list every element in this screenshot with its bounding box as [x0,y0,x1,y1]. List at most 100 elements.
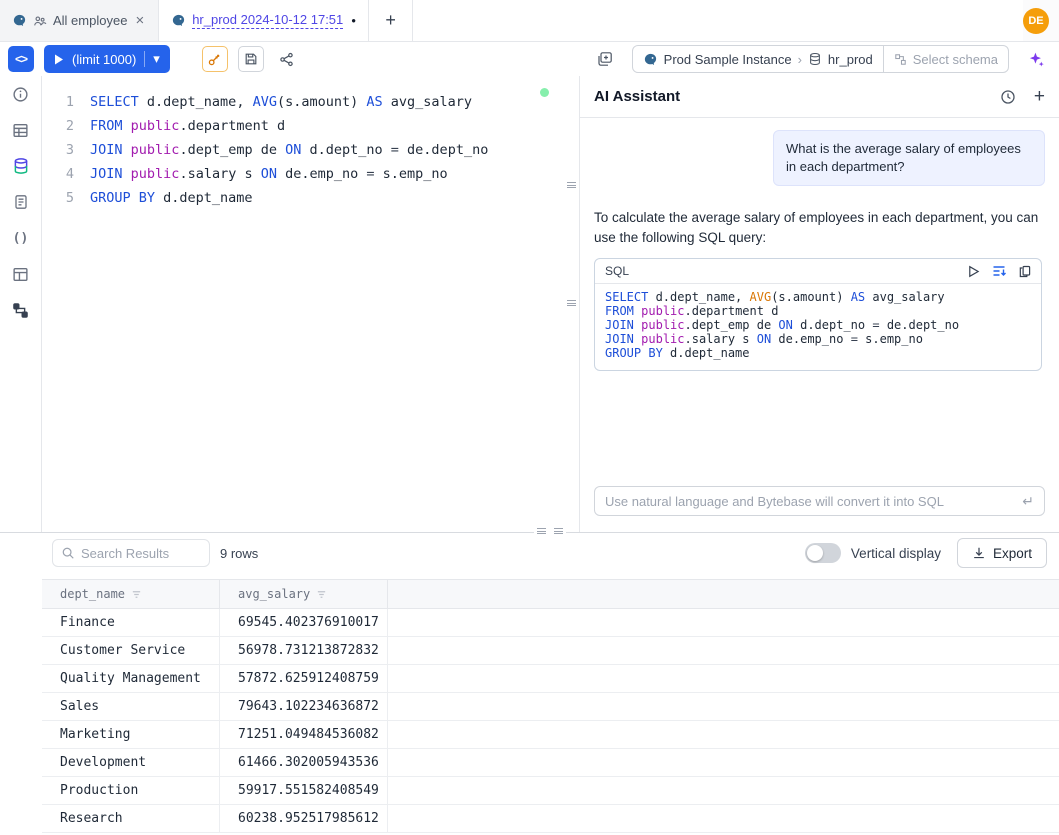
cell-avg-salary: 71251.049484536082 [220,721,388,748]
table-row[interactable]: Production59917.551582408549 [42,777,1059,805]
code-token: JOIN [605,332,634,346]
code-token: .salary s [685,332,757,346]
batch-query-button[interactable] [592,46,618,72]
brackets-icon: () [13,231,29,246]
cell-dept-name: Customer Service [42,637,220,664]
ai-sparkle-icon [1028,51,1045,68]
editor-line: 2FROM public.department d [42,114,565,138]
table-row[interactable]: Customer Service56978.731213872832 [42,637,1059,665]
line-number: 5 [42,186,90,210]
export-button[interactable]: Export [957,538,1047,568]
save-sheet-button[interactable] [238,46,264,72]
sort-icon[interactable] [316,589,327,600]
code-text: SELECT d.dept_name, AVG(s.amount) AS avg… [90,90,472,114]
editor-line: 3JOIN public.dept_emp de ON d.dept_no = … [42,138,565,162]
people-icon [33,14,47,28]
postgres-icon [171,13,186,28]
table-row[interactable]: Quality Management57872.625912408759 [42,665,1059,693]
results-table: dept_name avg_salary Finance69545.402376… [42,579,1059,833]
new-tab-button[interactable]: + [369,0,413,41]
table-row[interactable]: Sales79643.102234636872 [42,693,1059,721]
ai-sql-line: FROM public.department d [605,304,1031,318]
rail-item-sheets[interactable] [0,256,42,292]
new-conversation-button[interactable]: + [1034,87,1045,106]
insert-sql-button[interactable] [992,264,1006,278]
row-count-label: 9 rows [220,546,258,561]
code-token: .dept_emp de [179,142,285,158]
code-token: AVG [750,290,772,304]
rail-item-databases[interactable] [0,148,42,184]
enter-return-icon: ↵ [1022,493,1034,510]
search-results-input[interactable] [81,546,191,561]
editor-line: 1SELECT d.dept_name, AVG(s.amount) AS av… [42,90,565,114]
code-token: de.dept_no [880,318,959,332]
ai-prompt-input[interactable] [605,494,1014,509]
code-token [123,142,131,158]
vertical-display-toggle[interactable] [805,543,841,563]
chevron-down-icon[interactable]: ▾ [153,51,160,67]
column-header-dept-name[interactable]: dept_name [42,580,220,608]
table-row[interactable]: Finance69545.402376910017 [42,609,1059,637]
vertical-display-label: Vertical display [851,546,941,561]
code-token: .department d [179,118,285,134]
ai-header-actions: + [1000,87,1045,106]
code-token: JOIN [90,142,123,158]
table-row[interactable]: Research60238.952517985612 [42,805,1059,833]
rail-item-changelists[interactable] [0,184,42,220]
splitter-grip [567,182,576,188]
ai-sql-block: SQL [594,258,1042,371]
code-token: de.emp_no [771,332,850,346]
sql-editor[interactable]: 1SELECT d.dept_name, AVG(s.amount) AS av… [42,76,565,532]
table-row[interactable]: Development61466.302005943536 [42,749,1059,777]
cell-dept-name: Sales [42,693,220,720]
connection-selector[interactable]: Prod Sample Instance › hr_prod [633,52,883,67]
schema-selector[interactable]: Select schema [883,46,1008,72]
rail-item-functions[interactable]: () [0,220,42,256]
rail-item-tables[interactable] [0,112,42,148]
rail-item-info[interactable] [0,76,42,112]
database-name: hr_prod [828,52,873,67]
code-text: JOIN public.salary s ON de.emp_no = s.em… [90,162,448,186]
postgres-icon [643,52,658,67]
tabbar-spacer [413,0,1023,41]
tab-hr-prod[interactable]: hr_prod 2024-10-12 17:51 ● [159,0,369,41]
horizontal-splitter[interactable] [534,528,566,534]
ai-toggle-button[interactable] [1023,46,1049,72]
code-token: GROUP BY [90,190,155,206]
table-icon [12,122,29,139]
tab-all-employee[interactable]: All employee × [0,0,159,41]
ai-assistant-panel: AI Assistant + What is the average salar… [579,76,1059,532]
run-sql-button[interactable] [967,265,980,278]
avatar[interactable]: DE [1023,8,1049,34]
admin-mode-button[interactable] [202,46,228,72]
sidebar-toggle-button[interactable]: <> [8,46,34,72]
line-number: 2 [42,114,90,138]
search-results-box[interactable] [52,539,210,567]
share-sheet-button[interactable] [274,46,300,72]
code-token: = [851,332,858,346]
grid-icon [12,266,29,283]
line-number: 3 [42,138,90,162]
rail-item-connections[interactable] [0,292,42,328]
ai-sql-code: SELECT d.dept_name, AVG(s.amount) AS avg… [595,283,1041,370]
code-token: s.emp_no [375,166,448,182]
cell-avg-salary: 57872.625912408759 [220,665,388,692]
cell-dept-name: Finance [42,609,220,636]
play-outline-icon [967,265,980,278]
run-query-button[interactable]: (limit 1000) ▾ [44,45,170,73]
column-header-avg-salary[interactable]: avg_salary [220,580,388,608]
history-button[interactable] [1000,89,1016,105]
copy-sql-button[interactable] [1018,265,1031,278]
wrench-icon [207,52,222,67]
table-row[interactable]: Marketing71251.049484536082 [42,721,1059,749]
vertical-splitter[interactable] [565,76,579,532]
close-tab-icon[interactable]: × [133,12,146,29]
ai-input-box[interactable]: ↵ [594,486,1045,516]
cell-dept-name: Marketing [42,721,220,748]
plus-icon: + [1034,87,1045,106]
code-token [123,166,131,182]
sort-icon[interactable] [131,589,142,600]
export-label: Export [993,546,1032,561]
ai-sql-line: SELECT d.dept_name, AVG(s.amount) AS avg… [605,290,1031,304]
ai-sql-line: GROUP BY d.dept_name [605,346,1031,360]
